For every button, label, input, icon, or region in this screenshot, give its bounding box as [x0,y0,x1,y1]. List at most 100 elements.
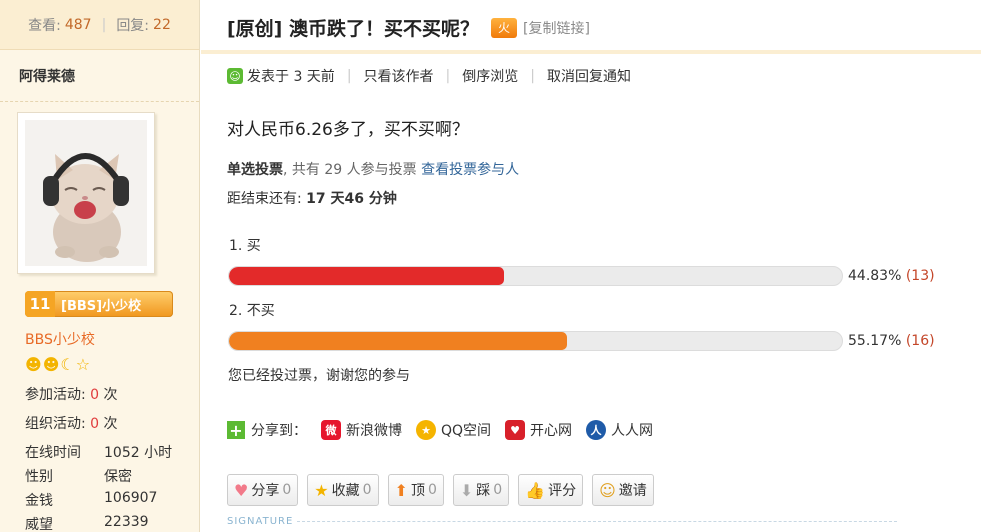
rank-stars: ☻ ☻ ☾ ☆ [25,356,90,374]
poll-deadline: 距结束还有: 17 天46 分钟 [227,188,397,208]
renren-icon: 人 [586,420,607,440]
share-qzone-label: QQ空间 [441,423,492,439]
cancel-notify-link[interactable]: 取消回复通知 [547,66,631,86]
invite-button[interactable]: ☺ 邀请 [592,474,654,506]
invite-button-label: 邀请 [618,483,647,499]
rank-level: 11 [25,291,55,317]
poll-bar-fill [229,332,568,350]
rank-badge: 11 [BBS]小少校 [25,291,173,317]
post-time: 发表于 3 天前 [247,69,335,85]
kitten-headphones-avatar-image [25,120,147,266]
poll-info: 单选投票, 共有 29 人参与投票 查看投票参与人 [227,159,519,179]
share-kaixin-label: 开心网 [530,423,573,439]
profile-row: 金钱 106907 [25,490,157,510]
poll-option-label: 1. 买 [229,238,261,254]
share-weibo[interactable]: 微 新浪微博 [321,420,402,440]
moon-icon: ☾ [60,355,75,374]
post-main: [原创] 澳币跌了！买不买呢？ 火 [复制链接] ☺ 发表于 3 天前 | 只看… [201,0,981,532]
profile-row: 性别 保密 [25,466,132,486]
poll-bar-fill [229,267,504,285]
post-actions: ♥ 分享 0 ★ 收藏 0 ⬆ 顶 0 ⬇ 踩 0 👍 评分 ☺ 邀请 [227,474,654,506]
plus-icon: + [227,421,245,440]
meta-divider: | [530,68,535,84]
star-icon: ☆ [75,355,91,374]
arrow-down-icon: ⬇ [459,480,474,500]
signature-label: SIGNATURE [227,516,294,527]
poll-count: , 共有 29 人参与投票 [283,162,417,178]
view-voters-link[interactable]: 查看投票参与人 [421,162,519,178]
profile-row: 威望 22339 [25,514,149,532]
stats-divider: | [101,16,107,33]
author-name[interactable]: 阿得莱德 [0,50,199,102]
share-button[interactable]: ♥ 分享 0 [227,474,299,506]
post-question: 对人民币6.26多了，买不买啊？ [227,120,469,140]
profile-key: 性别 [25,469,53,485]
profile-row: 在线时间 1052 小时 [25,442,172,462]
activity-join-value[interactable]: 0 [90,387,99,403]
deadline-label: 距结束还有: [227,191,302,207]
poll-percent: 44.83% [848,268,902,284]
avatar[interactable] [17,112,155,274]
deadline-value: 17 天46 分钟 [306,191,397,207]
reverse-order-link[interactable]: 倒序浏览 [462,66,518,86]
views-label: 查看: [28,17,61,34]
arrow-up-icon: ⬆ [394,480,408,500]
share-renren-label: 人人网 [611,423,654,439]
post-title-row: [原创] 澳币跌了！买不买呢？ 火 [复制链接] [227,14,590,41]
share-count: 0 [282,482,292,498]
profile-value: 106907 [104,490,158,506]
users-icon: ☺ [599,480,616,500]
poll-option-label: 2. 不买 [229,303,275,319]
share-bar: + 分享到： 微 新浪微博 ★ QQ空间 ♥ 开心网 人 人人网 [227,420,653,440]
upvote-count: 0 [427,482,437,498]
profile-value: 1052 小时 [104,445,173,461]
poll-result: 44.83% (13) [848,268,935,284]
share-qzone[interactable]: ★ QQ空间 [416,420,491,440]
profile-key: 在线时间 [25,445,81,461]
rate-button[interactable]: 👍 评分 [518,474,584,506]
share-renren[interactable]: 人 人人网 [586,420,653,440]
title-divider [201,50,981,54]
downvote-button-label: 踩 [476,483,491,499]
activity-org-unit: 次 [103,416,118,432]
hot-icon: 火 [490,17,517,38]
star-icon: ★ [314,480,329,500]
heart-icon: ♥ [234,480,249,500]
user-group[interactable]: BBS小少校 [25,329,95,349]
author-sidebar: 查看: 487 | 回复: 22 阿得莱德 11 [BBS]小少校 BBS小少校 [0,0,200,532]
profile-key: 威望 [25,517,53,532]
poll-result: 55.17% (16) [848,333,935,349]
signature-divider: SIGNATURE [227,516,898,527]
downvote-button[interactable]: ⬇ 踩 0 [452,474,510,506]
meta-divider: | [346,68,352,84]
share-button-label: 分享 [251,483,280,499]
activity-join-unit: 次 [103,387,118,403]
voted-message: 您已经投过票，谢谢您的参与 [228,368,410,384]
poll-count-votes: (13) [905,268,935,284]
activity-org-value[interactable]: 0 [90,416,99,432]
only-author-link[interactable]: 只看该作者 [364,66,434,86]
favorite-button-label: 收藏 [331,483,360,499]
post-title: [原创] 澳币跌了！买不买呢？ [227,18,479,40]
share-kaixin[interactable]: ♥ 开心网 [505,420,572,440]
views-count: 487 [64,16,92,33]
sun-icon: ☻ [42,355,60,374]
rank-title: [BBS]小少校 [61,298,142,314]
poll-count-votes: (16) [905,333,935,349]
upvote-button[interactable]: ⬆ 顶 0 [387,474,444,506]
share-label: 分享到： [251,423,307,439]
sun-icon: ☻ [25,355,42,374]
thumbs-up-icon: 👍 [525,480,546,500]
profile-value: 保密 [104,469,132,485]
profile-value: 22339 [104,514,149,530]
poll-type: 单选投票 [227,162,283,178]
copy-link[interactable]: [复制链接] [523,18,590,38]
activity-join-label: 参加活动: [25,387,86,403]
thread-stats: 查看: 487 | 回复: 22 [0,0,199,50]
poll-bar-track [228,331,843,351]
poll-percent: 55.17% [848,333,902,349]
favorite-button[interactable]: ★ 收藏 0 [307,474,379,506]
qzone-icon: ★ [416,420,436,440]
rate-button-label: 评分 [548,483,577,499]
activity-org-label: 组织活动: [25,416,86,432]
